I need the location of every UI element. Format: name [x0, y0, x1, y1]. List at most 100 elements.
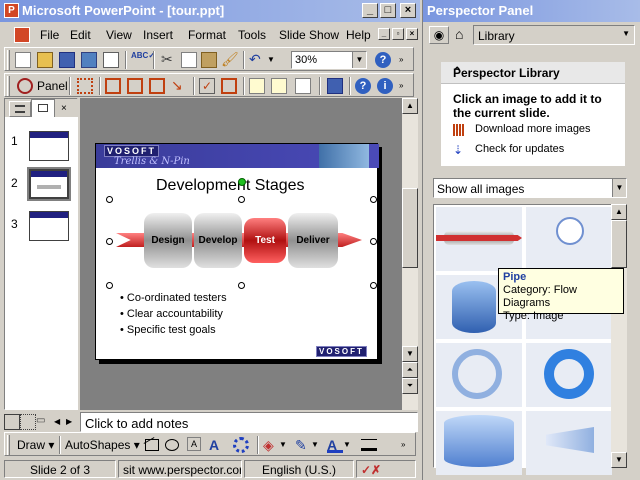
menu-insert[interactable]: Insert: [143, 28, 173, 42]
gallery-item-hub[interactable]: [526, 207, 612, 271]
library-header[interactable]: Perspector Library ⌃: [441, 62, 625, 84]
help-icon[interactable]: ?: [375, 52, 391, 68]
image-filter-select[interactable]: Show all images ▼: [433, 178, 627, 198]
collapse-icon[interactable]: ⌃: [453, 66, 619, 77]
box-3d-icon[interactable]: [105, 78, 121, 94]
menu-format[interactable]: Format: [188, 28, 226, 42]
powerpoint-app-icon[interactable]: P: [4, 3, 19, 18]
scroll-down-icon[interactable]: ▼: [611, 452, 627, 468]
format-painter-icon[interactable]: 🖌: [221, 52, 239, 68]
paste-icon[interactable]: [201, 52, 217, 68]
spelling-icon[interactable]: ABC✓: [131, 52, 155, 68]
spelling-status-icon[interactable]: ✓✗: [356, 460, 416, 478]
slide-thumbnail-1[interactable]: [29, 131, 69, 161]
slide-show-view-icon[interactable]: ▭: [36, 414, 52, 430]
picture-icon[interactable]: [327, 78, 343, 94]
target-icon[interactable]: [17, 78, 33, 94]
zoom-select[interactable]: 30% ▼: [291, 51, 367, 69]
print-icon[interactable]: [103, 52, 119, 68]
close-pane-icon[interactable]: ×: [61, 103, 67, 114]
square-icon[interactable]: [149, 78, 165, 94]
toolbar-options-icon[interactable]: »: [401, 437, 409, 453]
rectangle-icon[interactable]: [145, 439, 159, 451]
menu-tools[interactable]: Tools: [238, 28, 266, 42]
menu-help[interactable]: Help: [346, 28, 371, 42]
open-icon[interactable]: [37, 52, 53, 68]
resize-handle-se[interactable]: [370, 282, 377, 289]
toolbar-options-icon[interactable]: »: [399, 78, 407, 94]
line-color-icon[interactable]: ✎: [295, 437, 311, 453]
layout-icon[interactable]: [221, 78, 237, 94]
chevron-down-icon[interactable]: ▼: [279, 437, 295, 453]
cut-icon[interactable]: ✂: [161, 52, 177, 68]
checkbox-icon[interactable]: ✓: [199, 78, 215, 94]
current-slide[interactable]: VOSOFT Trellis & N-Pin Development Stage…: [95, 143, 379, 360]
panel-button[interactable]: Panel: [37, 79, 68, 93]
perspector-help-icon[interactable]: ?: [355, 78, 371, 94]
email-icon[interactable]: [81, 52, 97, 68]
home-icon[interactable]: ⌂: [455, 27, 463, 41]
textbox-icon[interactable]: A: [187, 437, 201, 451]
gallery-scrollbar[interactable]: ▲ ▼: [611, 204, 627, 468]
menu-file[interactable]: File: [40, 28, 59, 42]
note-copy-icon[interactable]: [271, 78, 287, 94]
pointer-icon[interactable]: ↘: [171, 78, 187, 94]
download-more-link[interactable]: Download more images: [475, 123, 591, 135]
resize-handle-w[interactable]: [106, 238, 113, 245]
resize-handle-e[interactable]: [370, 238, 377, 245]
close-button[interactable]: ×: [400, 3, 416, 18]
slide-thumbnail-3[interactable]: [29, 211, 69, 241]
menu-slide-show[interactable]: Slide Show: [279, 28, 339, 42]
oval-icon[interactable]: [165, 439, 179, 451]
edit-note-icon[interactable]: [295, 78, 311, 94]
gallery-item-cycle[interactable]: [526, 343, 612, 407]
gallery-item-funnel[interactable]: [526, 411, 612, 475]
back-button[interactable]: ◉: [429, 26, 449, 44]
doc-restore-button[interactable]: ▫: [392, 28, 404, 40]
copy-icon[interactable]: [181, 52, 197, 68]
line-style-icon[interactable]: [361, 439, 377, 451]
menu-view[interactable]: View: [106, 28, 132, 42]
scroll-up-icon[interactable]: ▲: [611, 204, 627, 220]
note-icon[interactable]: [249, 78, 265, 94]
grid-icon[interactable]: [77, 78, 93, 94]
undo-dropdown-icon[interactable]: ▼: [267, 52, 283, 68]
resize-handle-nw[interactable]: [106, 196, 113, 203]
resize-handle-sw[interactable]: [106, 282, 113, 289]
next-slide-icon[interactable]: ⏷: [402, 378, 418, 394]
tab-slides[interactable]: [31, 99, 55, 117]
slide-thumbnail-2[interactable]: [27, 167, 71, 201]
font-color-icon[interactable]: A: [327, 437, 343, 453]
rotate-handle[interactable]: [238, 178, 246, 186]
toolbar-options-icon[interactable]: »: [399, 52, 407, 68]
maximize-button[interactable]: □: [380, 3, 396, 18]
gallery-item-rings[interactable]: [436, 343, 522, 407]
tab-outline[interactable]: [9, 101, 31, 117]
scroll-thumb[interactable]: [402, 188, 418, 268]
undo-icon[interactable]: ↶: [249, 52, 265, 68]
slide-sorter-view-icon[interactable]: [20, 414, 36, 430]
diagram-icon[interactable]: [233, 437, 249, 453]
scroll-down-icon[interactable]: ▼: [402, 346, 418, 362]
draw-menu-button[interactable]: Draw ▾: [17, 438, 54, 452]
previous-slide-icon[interactable]: ⏶: [402, 362, 418, 378]
resize-handle-n[interactable]: [238, 196, 245, 203]
notes-pane[interactable]: Click to add notes: [80, 412, 418, 432]
library-dropdown[interactable]: Library ▼: [473, 25, 635, 45]
doc-minimize-button[interactable]: _: [378, 28, 390, 40]
resize-handle-s[interactable]: [238, 282, 245, 289]
slide-vertical-scrollbar[interactable]: ▲ ▼ ⏶ ⏷: [402, 98, 418, 410]
chevron-down-icon[interactable]: ▼: [311, 437, 327, 453]
menu-edit[interactable]: Edit: [70, 28, 91, 42]
check-updates-link[interactable]: Check for updates: [475, 143, 564, 155]
gallery-item-layers[interactable]: [436, 411, 522, 475]
info-icon[interactable]: i: [377, 78, 393, 94]
fill-color-icon[interactable]: ◈: [263, 437, 279, 453]
autoshapes-menu-button[interactable]: AutoShapes ▾: [65, 438, 140, 452]
resize-handle-ne[interactable]: [370, 196, 377, 203]
new-icon[interactable]: [15, 52, 31, 68]
save-icon[interactable]: [59, 52, 75, 68]
normal-view-icon[interactable]: [4, 414, 20, 430]
gallery-item-pipe[interactable]: [436, 207, 522, 271]
chevron-down-icon[interactable]: ▼: [612, 179, 626, 197]
